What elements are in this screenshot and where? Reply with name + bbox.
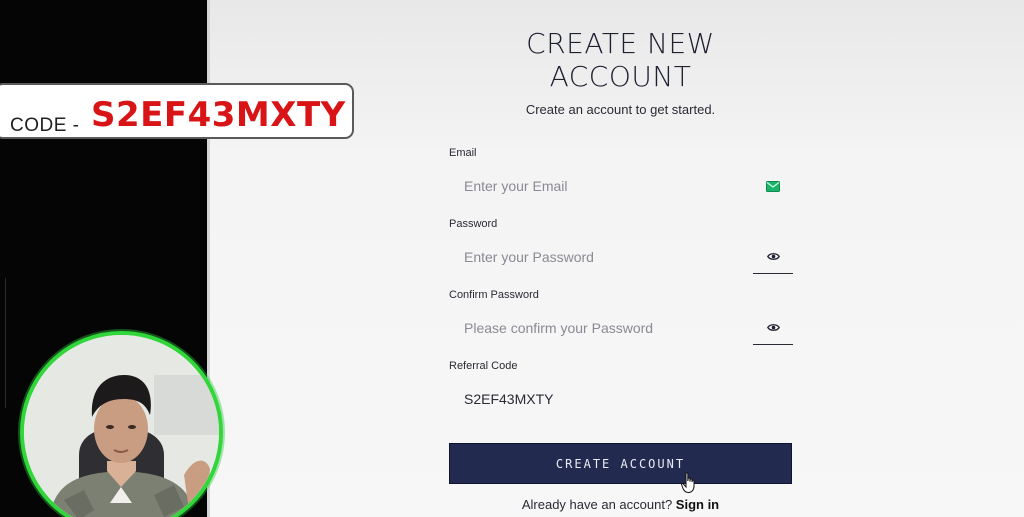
title-line-1: CREATE NEW [526, 27, 715, 60]
password-icon-underline [753, 273, 793, 274]
signin-link[interactable]: Sign in [676, 497, 719, 512]
panel-edge [0, 278, 6, 408]
confirm-password-field[interactable] [449, 310, 749, 346]
eye-icon [766, 323, 780, 331]
email-label: Email [449, 147, 477, 159]
presenter-image [24, 335, 219, 517]
toggle-confirm-password-visibility[interactable] [753, 309, 793, 345]
confirm-password-label: Confirm Password [449, 289, 539, 301]
signin-prompt-text: Already have an account? [521, 497, 673, 512]
referral-code-overlay: CODE - S2EF43MXTY [0, 83, 354, 139]
password-label: Password [449, 218, 498, 230]
referral-code-label: Referral Code [449, 360, 518, 372]
email-icon-box [753, 168, 793, 204]
code-overlay-label: CODE - [10, 115, 80, 136]
referral-code-field[interactable]: S2EF43MXTY [464, 391, 553, 407]
toggle-password-visibility[interactable] [753, 238, 793, 274]
hand-cursor-icon [681, 472, 695, 494]
code-overlay-value: S2EF43MXTY [91, 95, 346, 135]
page-subtitle: Create an account to get started. [525, 102, 716, 117]
signin-prompt-row: Already have an account? Sign in [413, 497, 828, 512]
eye-icon [766, 252, 780, 260]
envelope-icon [766, 180, 780, 192]
create-account-button[interactable]: CREATE ACCOUNT [449, 443, 792, 484]
title-line-2: ACCOUNT [549, 60, 692, 93]
password-field[interactable] [449, 239, 749, 275]
page-title: CREATE NEW ACCOUNT [413, 27, 828, 93]
confirm-password-icon-underline [753, 344, 793, 345]
email-field[interactable] [449, 168, 749, 204]
